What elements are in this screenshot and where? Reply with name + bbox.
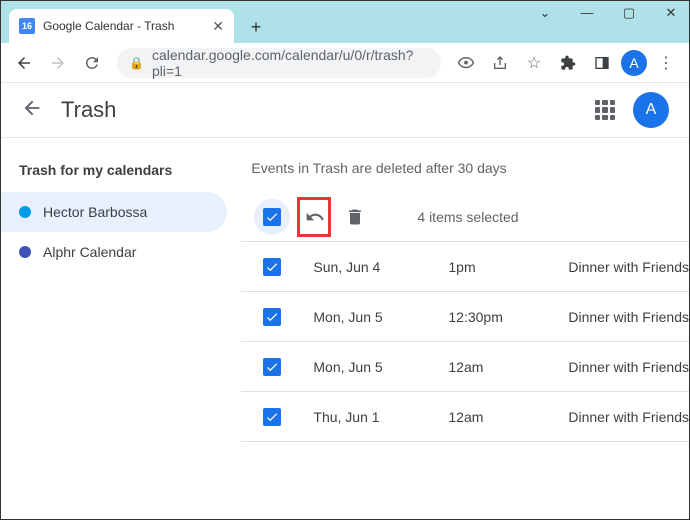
page-title: Trash bbox=[61, 97, 593, 123]
event-time: 12am bbox=[448, 409, 568, 425]
event-row[interactable]: Mon, Jun 5 12:30pm Dinner with Friends bbox=[241, 292, 689, 342]
selection-count: 4 items selected bbox=[417, 209, 518, 225]
main-area: Trash for my calendars Hector Barbossa Al… bbox=[1, 138, 689, 519]
event-title: Dinner with Friends bbox=[568, 359, 689, 375]
app-back-button[interactable] bbox=[21, 97, 43, 124]
tab-title: Google Calendar - Trash bbox=[43, 19, 204, 33]
trash-notice: Events in Trash are deleted after 30 day… bbox=[241, 160, 689, 192]
browser-menu-icon[interactable]: ⋮ bbox=[651, 48, 681, 78]
tab-favicon: 16 bbox=[19, 18, 35, 34]
event-title: Dinner with Friends bbox=[568, 309, 689, 325]
window-controls: ⌄ ― ▢ ✕ bbox=[533, 5, 683, 21]
eye-icon[interactable] bbox=[451, 48, 481, 78]
window-close-icon[interactable]: ✕ bbox=[659, 5, 683, 21]
event-date: Mon, Jun 5 bbox=[313, 359, 448, 375]
event-date: Mon, Jun 5 bbox=[313, 309, 448, 325]
restore-button[interactable] bbox=[297, 199, 333, 235]
sidepanel-icon[interactable] bbox=[587, 48, 617, 78]
url-text: calendar.google.com/calendar/u/0/r/trash… bbox=[152, 47, 429, 79]
event-row[interactable]: Thu, Jun 1 12am Dinner with Friends bbox=[241, 392, 689, 442]
lock-icon: 🔒 bbox=[129, 56, 144, 70]
bookmark-star-icon[interactable]: ☆ bbox=[519, 48, 549, 78]
browser-toolbar: 🔒 calendar.google.com/calendar/u/0/r/tra… bbox=[1, 43, 689, 83]
event-row[interactable]: Sun, Jun 4 1pm Dinner with Friends bbox=[241, 242, 689, 292]
calendar-color-dot bbox=[19, 246, 31, 258]
event-checkbox[interactable] bbox=[263, 258, 281, 276]
sidebar-title: Trash for my calendars bbox=[1, 156, 241, 192]
event-time: 12:30pm bbox=[448, 309, 568, 325]
event-date: Thu, Jun 1 bbox=[313, 409, 448, 425]
extensions-icon[interactable] bbox=[553, 48, 583, 78]
event-time: 1pm bbox=[448, 259, 568, 275]
url-bar[interactable]: 🔒 calendar.google.com/calendar/u/0/r/tra… bbox=[117, 48, 441, 78]
app-header: Trash A bbox=[1, 83, 689, 138]
calendar-name: Hector Barbossa bbox=[43, 204, 147, 220]
list-header: 4 items selected bbox=[241, 192, 689, 242]
sidebar: Trash for my calendars Hector Barbossa Al… bbox=[1, 138, 241, 519]
event-checkbox[interactable] bbox=[263, 358, 281, 376]
calendar-name: Alphr Calendar bbox=[43, 244, 136, 260]
nav-back-button[interactable] bbox=[9, 48, 39, 78]
event-date: Sun, Jun 4 bbox=[313, 259, 448, 275]
content-area: Events in Trash are deleted after 30 day… bbox=[241, 138, 689, 519]
browser-titlebar: 16 Google Calendar - Trash ✕ + ⌄ ― ▢ ✕ bbox=[1, 1, 689, 43]
calendar-color-dot bbox=[19, 206, 31, 218]
event-title: Dinner with Friends bbox=[568, 259, 689, 275]
new-tab-button[interactable]: + bbox=[242, 13, 270, 41]
event-checkbox[interactable] bbox=[263, 308, 281, 326]
select-all-checkbox[interactable] bbox=[263, 208, 281, 226]
event-time: 12am bbox=[448, 359, 568, 375]
window-chevron-icon[interactable]: ⌄ bbox=[533, 5, 557, 21]
browser-tab[interactable]: 16 Google Calendar - Trash ✕ bbox=[9, 9, 234, 43]
event-row[interactable]: Mon, Jun 5 12am Dinner with Friends bbox=[241, 342, 689, 392]
tab-close-icon[interactable]: ✕ bbox=[212, 18, 224, 35]
account-avatar[interactable]: A bbox=[633, 92, 669, 128]
event-checkbox[interactable] bbox=[263, 408, 281, 426]
calendar-item[interactable]: Hector Barbossa bbox=[1, 192, 227, 232]
calendar-item[interactable]: Alphr Calendar bbox=[1, 232, 227, 272]
window-maximize-icon[interactable]: ▢ bbox=[617, 5, 641, 21]
event-title: Dinner with Friends bbox=[568, 409, 689, 425]
google-apps-icon[interactable] bbox=[593, 98, 617, 122]
window-minimize-icon[interactable]: ― bbox=[575, 5, 599, 21]
share-icon[interactable] bbox=[485, 48, 515, 78]
browser-profile-avatar[interactable]: A bbox=[621, 50, 647, 76]
nav-reload-button[interactable] bbox=[77, 48, 107, 78]
nav-forward-button[interactable] bbox=[43, 48, 73, 78]
delete-forever-button[interactable] bbox=[337, 199, 373, 235]
